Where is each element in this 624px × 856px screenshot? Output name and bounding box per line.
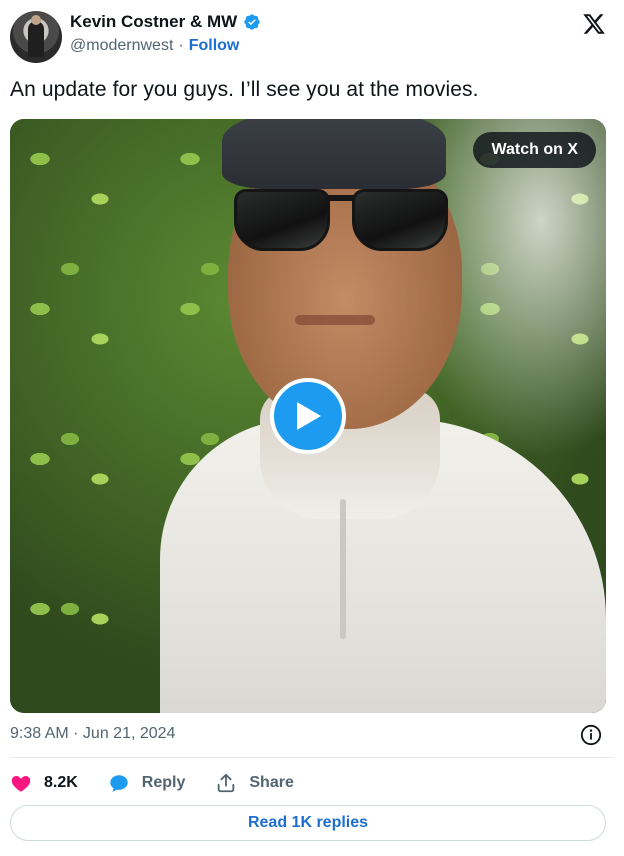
- play-button[interactable]: [270, 378, 346, 454]
- handle-row: @modernwest · Follow: [70, 37, 239, 55]
- sunglasses: [234, 185, 448, 255]
- person-cap: [222, 119, 446, 189]
- reply-label: Reply: [141, 774, 186, 791]
- tweet-header: Kevin Costner & MW @modernwest · Follow: [10, 8, 614, 64]
- name-row: Kevin Costner & MW: [70, 12, 261, 32]
- divider: [10, 757, 614, 758]
- share-label: Share: [249, 774, 294, 791]
- handle[interactable]: @modernwest: [70, 37, 173, 55]
- display-name[interactable]: Kevin Costner & MW: [70, 12, 237, 32]
- reply-bubble-icon: [110, 775, 128, 792]
- follow-button[interactable]: Follow: [189, 37, 240, 55]
- verified-badge-icon: [244, 14, 260, 30]
- avatar[interactable]: [10, 11, 62, 63]
- sweater-zipper: [340, 499, 346, 639]
- separator: ·: [178, 37, 184, 54]
- tweet-text: An update for you guys. I’ll see you at …: [10, 78, 479, 101]
- like-count: 8.2K: [44, 774, 78, 791]
- play-icon: [297, 402, 321, 430]
- info-icon[interactable]: [580, 724, 602, 746]
- heart-icon: [11, 776, 31, 792]
- share-button[interactable]: Share: [215, 772, 294, 794]
- read-replies-button[interactable]: Read 1K replies: [10, 805, 606, 841]
- action-bar: 8.2K Reply Share: [10, 768, 324, 798]
- video-player[interactable]: Watch on X: [10, 119, 606, 713]
- person-mouth: [295, 315, 375, 325]
- watch-on-x-button[interactable]: Watch on X: [473, 132, 596, 168]
- like-button[interactable]: 8.2K: [10, 772, 78, 794]
- share-icon: [218, 773, 235, 793]
- x-logo-icon[interactable]: [582, 12, 606, 36]
- reply-button[interactable]: Reply: [108, 772, 186, 794]
- tweet-timestamp[interactable]: 9:38 AM · Jun 21, 2024: [10, 725, 175, 743]
